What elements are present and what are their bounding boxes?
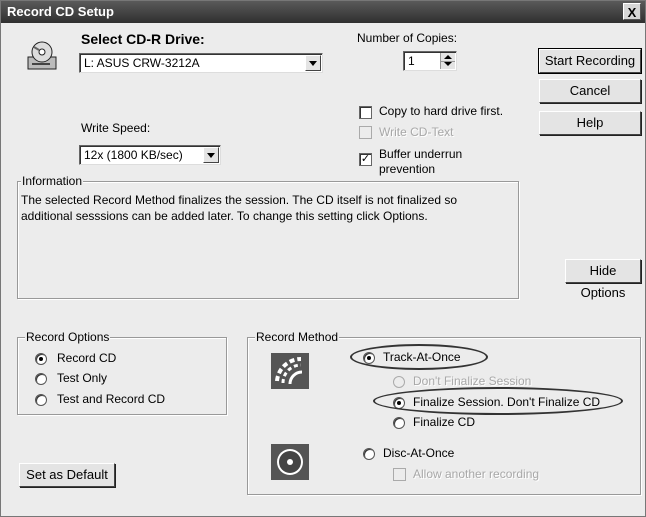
close-button[interactable]: X bbox=[623, 3, 641, 20]
test-only-radio[interactable] bbox=[35, 373, 47, 385]
write-cd-text-label: Write CD-Text bbox=[379, 125, 454, 139]
spinner-arrows-icon[interactable] bbox=[440, 53, 455, 69]
buffer-underrun-label: Buffer underrun prevention bbox=[379, 147, 462, 177]
chevron-down-icon[interactable] bbox=[305, 55, 321, 71]
buffer-underrun-line2: prevention bbox=[379, 162, 436, 176]
write-cd-text-checkbox bbox=[359, 126, 372, 139]
buffer-underrun-checkbox[interactable]: ✓ bbox=[359, 153, 372, 166]
track-at-once-icon bbox=[271, 353, 309, 389]
drive-label: Select CD-R Drive: bbox=[81, 31, 205, 47]
buffer-underrun-line1: Buffer underrun bbox=[379, 147, 463, 161]
write-speed-select[interactable]: 12x (1800 KB/sec) bbox=[79, 145, 221, 165]
chevron-down-icon[interactable] bbox=[203, 147, 219, 163]
test-only-label: Test Only bbox=[57, 371, 108, 385]
test-and-record-radio[interactable] bbox=[35, 394, 47, 406]
write-speed-label: Write Speed: bbox=[81, 121, 151, 135]
annotation-oval-finalize-session bbox=[373, 387, 623, 415]
cancel-button[interactable]: Cancel bbox=[539, 79, 641, 103]
copies-label: Number of Copies: bbox=[357, 31, 458, 45]
allow-another-recording-label: Allow another recording bbox=[413, 467, 540, 481]
drive-select[interactable]: L: ASUS CRW-3212A bbox=[79, 53, 323, 73]
help-button[interactable]: Help bbox=[539, 111, 641, 135]
write-speed-value: 12x (1800 KB/sec) bbox=[84, 148, 183, 162]
start-recording-button[interactable]: Start Recording bbox=[538, 48, 642, 74]
information-line2: additional sesssions can be added later.… bbox=[21, 209, 428, 223]
cd-drive-icon bbox=[27, 41, 57, 70]
record-cd-radio[interactable] bbox=[35, 353, 47, 365]
copy-to-hd-label: Copy to hard drive first. bbox=[379, 104, 504, 118]
information-label: Information bbox=[21, 174, 84, 188]
annotation-oval-track-at-once bbox=[350, 344, 488, 370]
dont-finalize-session-radio bbox=[393, 376, 405, 388]
drive-value: L: ASUS CRW-3212A bbox=[84, 56, 200, 70]
disc-at-once-label: Disc-At-Once bbox=[383, 446, 455, 460]
set-as-default-button[interactable]: Set as Default bbox=[19, 463, 115, 487]
information-line1: The selected Record Method finalizes the… bbox=[21, 193, 457, 207]
disc-at-once-icon bbox=[271, 444, 309, 480]
copies-value: 1 bbox=[408, 54, 415, 68]
allow-another-recording-checkbox bbox=[393, 468, 406, 481]
record-cd-setup-dialog: Record CD Setup X Select CD-R Drive: L: … bbox=[0, 0, 646, 517]
title-bar: Record CD Setup X bbox=[1, 1, 645, 23]
hide-options-button[interactable]: Hide Options bbox=[565, 259, 641, 300]
copies-spinner[interactable]: 1 bbox=[403, 51, 457, 71]
window-title: Record CD Setup bbox=[7, 4, 114, 19]
test-and-record-label: Test and Record CD bbox=[57, 392, 166, 406]
finalize-cd-radio[interactable] bbox=[393, 417, 405, 429]
copy-to-hd-checkbox[interactable] bbox=[359, 106, 372, 119]
information-text: The selected Record Method finalizes the… bbox=[21, 192, 457, 224]
disc-at-once-radio[interactable] bbox=[363, 448, 375, 460]
finalize-cd-label: Finalize CD bbox=[413, 415, 476, 429]
record-options-label: Record Options bbox=[25, 330, 111, 344]
record-method-label: Record Method bbox=[255, 330, 340, 344]
record-cd-label: Record CD bbox=[57, 351, 117, 365]
dont-finalize-session-label: Don't Finalize Session bbox=[413, 374, 532, 388]
